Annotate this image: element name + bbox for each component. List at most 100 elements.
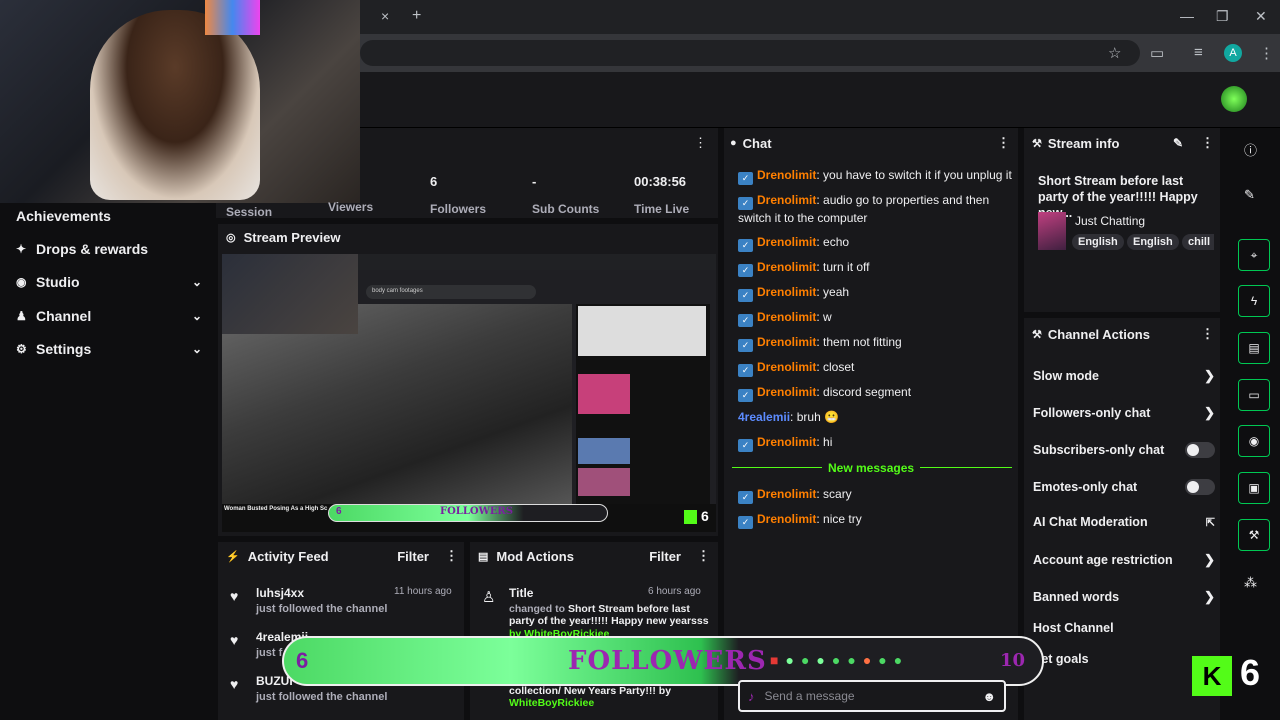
chat-username[interactable]: Drenolimit	[757, 512, 816, 526]
minimize-icon[interactable]: —	[1180, 8, 1194, 24]
verified-badge-icon: ✓	[738, 264, 753, 277]
wrench-icon[interactable]: ⚒	[1238, 519, 1270, 551]
notes-icon[interactable]: ▤	[1238, 332, 1270, 364]
chat-input-placeholder: Send a message	[764, 689, 855, 703]
chat-username[interactable]: Drenolimit	[757, 310, 816, 324]
info-icon[interactable]: ⓘ	[1244, 140, 1257, 159]
stream-preview-video[interactable]: body cam footages Woman Busted Posing As…	[222, 254, 716, 532]
chat-text: scary	[823, 487, 852, 501]
external-link-icon: ⇱	[1205, 516, 1215, 529]
chat-message: ✓ Drenolimit: discord segment	[738, 384, 1014, 402]
list-icon: ▤	[478, 550, 489, 563]
verified-badge-icon: ✓	[738, 439, 753, 452]
action-label: Emotes-only chat	[1033, 480, 1138, 494]
action-label: Subscribers-only chat	[1033, 443, 1165, 457]
chat-username[interactable]: Drenolimit	[757, 360, 816, 374]
mod-entry-tail-user: WhiteBoyRickiee	[509, 697, 595, 709]
action-banned-words[interactable]: Banned words ❯	[1033, 589, 1215, 605]
chat-username[interactable]: Drenolimit	[757, 435, 816, 449]
mod-filter-button[interactable]: Filter	[649, 549, 681, 564]
preview-overlay-count: 6	[336, 506, 342, 517]
bookmark-star-icon[interactable]: ☆	[1108, 44, 1121, 62]
chat-username[interactable]: Drenolimit	[757, 235, 816, 249]
chat-menu-icon[interactable]: ⋮	[997, 135, 1010, 151]
profile-avatar[interactable]: A	[1224, 44, 1242, 62]
sidebar-item-settings[interactable]: ⚙ Settings ⌄	[16, 336, 202, 362]
address-bar[interactable]	[360, 40, 1140, 66]
action-label: Followers-only chat	[1033, 406, 1151, 420]
cast-icon[interactable]: ▭	[1150, 44, 1164, 62]
chat-username[interactable]: Drenolimit	[757, 385, 816, 399]
camera-icon: ◉	[16, 275, 27, 289]
chat-text: w	[823, 310, 832, 324]
share-icon[interactable]: ⁂	[1244, 575, 1257, 591]
chat-username[interactable]: Drenolimit	[757, 335, 816, 349]
restore-icon[interactable]: ❐	[1216, 8, 1229, 25]
mod-entry-title: Title	[509, 586, 534, 600]
chat-username[interactable]: Drenolimit	[757, 487, 816, 501]
sidebar-item-achievements[interactable]: Achievements	[16, 203, 202, 229]
chat-username[interactable]: Drenolimit	[757, 260, 816, 274]
tag-chip[interactable]: English	[1072, 234, 1124, 250]
verified-badge-icon: ✓	[738, 339, 753, 352]
action-followers-only[interactable]: Followers-only chat ❯	[1033, 405, 1215, 421]
media-control-icon[interactable]: ≡	[1194, 44, 1203, 61]
chat-input[interactable]: ♪ Send a message ☻	[738, 680, 1006, 712]
stat-value: -	[532, 174, 537, 189]
new-messages-label: New messages	[822, 461, 921, 475]
lightning-icon[interactable]: ϟ	[1238, 285, 1270, 317]
stat-time-live: 00:38:56 Time Live	[634, 174, 689, 216]
edit-icon[interactable]: ✎	[1244, 187, 1255, 203]
chat-username[interactable]: Drenolimit	[757, 193, 816, 207]
browser-menu-icon[interactable]: ⋮	[1259, 44, 1274, 62]
tag-chip[interactable]: chill	[1182, 234, 1214, 250]
action-set-goals[interactable]: Set goals	[1033, 652, 1215, 666]
action-slow-mode[interactable]: Slow mode ❯	[1033, 368, 1215, 384]
sidebar-item-drops[interactable]: ✦ Drops & rewards	[16, 236, 202, 262]
stats-menu-icon[interactable]: ⋮	[694, 135, 707, 151]
window-close-icon[interactable]: ✕	[1255, 8, 1267, 25]
chat-message: 4realemii: bruh 😬	[738, 410, 840, 424]
wrench-icon: ⚒	[1032, 137, 1042, 150]
mod-menu-icon[interactable]: ⋮	[697, 548, 710, 564]
screen-capture-icon[interactable]: ⌖	[1238, 239, 1270, 271]
feed-sub: just followed the channel	[256, 691, 388, 703]
pencil-icon[interactable]: ✎	[1173, 136, 1183, 150]
channel-actions-menu-icon[interactable]: ⋮	[1201, 326, 1214, 342]
activity-menu-icon[interactable]: ⋮	[445, 548, 458, 564]
subscribers-only-toggle[interactable]	[1185, 442, 1215, 458]
chat-text: hi	[823, 435, 833, 449]
kick-follower-count: 6	[1240, 652, 1261, 693]
action-host-channel[interactable]: Host Channel	[1033, 621, 1215, 635]
stream-info-menu-icon[interactable]: ⋮	[1201, 135, 1214, 151]
emoji-icon[interactable]: ☻	[982, 689, 996, 704]
action-ai-moderation[interactable]: AI Chat Moderation ⇱	[1033, 515, 1215, 529]
activity-filter-button[interactable]: Filter	[397, 549, 429, 564]
emotes-only-toggle[interactable]	[1185, 479, 1215, 495]
heart-icon: ♥	[230, 676, 239, 692]
tab-close-icon[interactable]: ×	[381, 8, 389, 24]
new-tab-icon[interactable]: +	[412, 7, 421, 25]
action-account-age[interactable]: Account age restriction ❯	[1033, 552, 1215, 568]
chat-username[interactable]: Drenolimit	[757, 285, 816, 299]
sidebar-item-label: Studio	[36, 274, 80, 290]
tag-chip[interactable]: English	[1127, 234, 1179, 250]
user-avatar[interactable]	[1221, 86, 1247, 112]
chat-username[interactable]: 4realemii	[738, 410, 790, 424]
chat-icon[interactable]: ▭	[1238, 379, 1270, 411]
chat-text: nice try	[823, 512, 862, 526]
verified-badge-icon: ✓	[738, 197, 753, 210]
sidebar-item-studio[interactable]: ◉ Studio ⌄	[16, 269, 202, 295]
broadcast-icon[interactable]: ◉	[1238, 425, 1270, 457]
chat-message: ✓ Drenolimit: hi	[738, 434, 1014, 452]
activity-feed-header: ⚡ Activity Feed Filter ⋮	[226, 548, 458, 564]
verified-badge-icon: ✓	[738, 389, 753, 402]
sidebar-item-channel[interactable]: ♟ Channel ⌄	[16, 303, 202, 329]
chat-username[interactable]: Drenolimit	[757, 168, 816, 182]
stat-value: 6	[430, 174, 438, 189]
stream-info-category[interactable]: Just Chatting	[1075, 214, 1145, 228]
microphone-icon[interactable]: ♪	[748, 689, 755, 704]
action-emotes-only: Emotes-only chat	[1033, 479, 1215, 495]
feed-name: luhsj4xx	[256, 586, 305, 600]
layout-icon[interactable]: ▣	[1238, 472, 1270, 504]
